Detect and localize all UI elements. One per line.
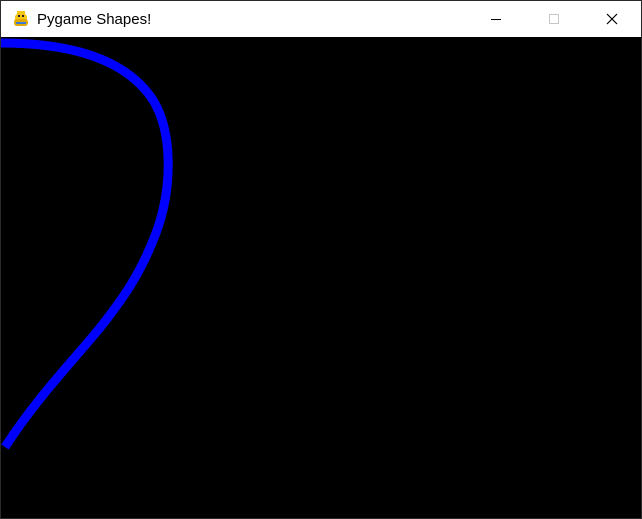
window-title: Pygame Shapes! [37, 10, 152, 28]
maximize-button[interactable] [525, 1, 583, 37]
close-button[interactable] [583, 1, 641, 37]
title-bar[interactable]: Pygame Shapes! [1, 1, 641, 37]
maximize-icon [549, 14, 559, 24]
canvas-background [1, 37, 641, 518]
game-canvas[interactable] [1, 37, 641, 518]
window-controls [467, 1, 641, 37]
canvas-surface [1, 37, 641, 518]
pygame-snake-icon[interactable] [11, 9, 31, 29]
app-window: Pygame Shapes! [0, 0, 642, 519]
close-icon [606, 13, 618, 25]
minimize-icon [491, 19, 501, 20]
minimize-button[interactable] [467, 1, 525, 37]
